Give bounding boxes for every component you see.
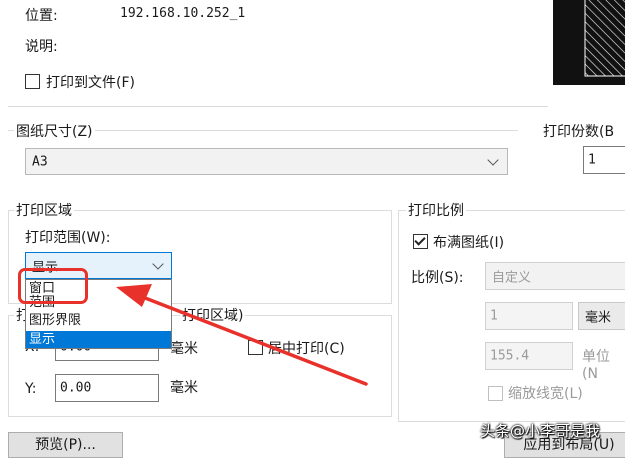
plot-range-label: 打印范围(W): xyxy=(25,230,111,246)
scale-value2-input[interactable]: 155.4 xyxy=(485,342,573,370)
scale-value1: 1 xyxy=(490,308,498,324)
scale-unit1-select[interactable]: 毫米 xyxy=(578,302,625,330)
copies-input[interactable]: 1 xyxy=(583,146,625,174)
center-plot-checkbox[interactable] xyxy=(248,340,263,355)
dropdown-option-limits[interactable]: 图形界限 xyxy=(29,313,81,329)
annotation-highlight-box xyxy=(18,268,88,304)
fit-to-paper-label: 布满图纸(I) xyxy=(433,235,505,251)
offset-x-unit: 毫米 xyxy=(170,341,198,357)
scale-label: 比例(S): xyxy=(411,270,464,286)
dropdown-option-display[interactable]: 显示 xyxy=(26,331,171,348)
paper-size-group-label: 图纸尺寸(Z) xyxy=(14,121,95,141)
scale-value2: 155.4 xyxy=(490,348,530,364)
scale-value1-input[interactable]: 1 xyxy=(485,302,573,330)
plot-area-group-label: 打印区域 xyxy=(14,200,74,220)
scale-lineweights-checkbox[interactable] xyxy=(488,386,503,401)
offset-y-input[interactable]: 0.00 xyxy=(55,374,159,402)
plot-scale-group-label: 打印比例 xyxy=(406,200,466,220)
watermark: 头条@小李哥是我 xyxy=(480,422,601,440)
description-label: 说明: xyxy=(25,39,58,55)
chevron-down-icon xyxy=(152,258,164,270)
plot-offset-group-label-tail: 打印区域) xyxy=(180,305,246,325)
paper-size-value: A3 xyxy=(32,154,48,169)
print-to-file-checkbox[interactable] xyxy=(25,74,40,89)
preview-button[interactable]: 预览(P)... xyxy=(8,432,123,458)
center-plot-label: 居中打印(C) xyxy=(268,341,345,357)
location-label: 位置: xyxy=(25,8,58,24)
scale-select-value: 自定义 xyxy=(492,270,532,286)
offset-y-label: Y: xyxy=(25,381,37,397)
dropdown-option-display-label: 显示 xyxy=(29,332,56,347)
scale-unit1-value: 毫米 xyxy=(585,310,612,326)
print-to-file-label: 打印到文件(F) xyxy=(46,75,135,91)
copies-value: 1 xyxy=(588,152,596,168)
chevron-down-icon xyxy=(487,154,499,166)
scale-select[interactable]: 自定义 xyxy=(485,262,625,290)
copies-label: 打印份数(B xyxy=(543,124,615,140)
scale-lineweights-label: 缩放线宽(L) xyxy=(508,386,583,402)
divider xyxy=(8,106,548,107)
fit-to-paper-checkbox[interactable] xyxy=(413,234,428,249)
offset-y-value: 0.00 xyxy=(60,380,92,396)
scale-unit2-label: 单位(N xyxy=(582,349,610,382)
offset-y-unit: 毫米 xyxy=(170,380,198,396)
paper-size-select[interactable]: A3 xyxy=(25,148,508,175)
preview-button-label: 预览(P)... xyxy=(35,437,96,453)
location-value: 192.168.10.252_1 xyxy=(120,6,246,21)
paper-preview-thumbnail xyxy=(553,0,625,85)
